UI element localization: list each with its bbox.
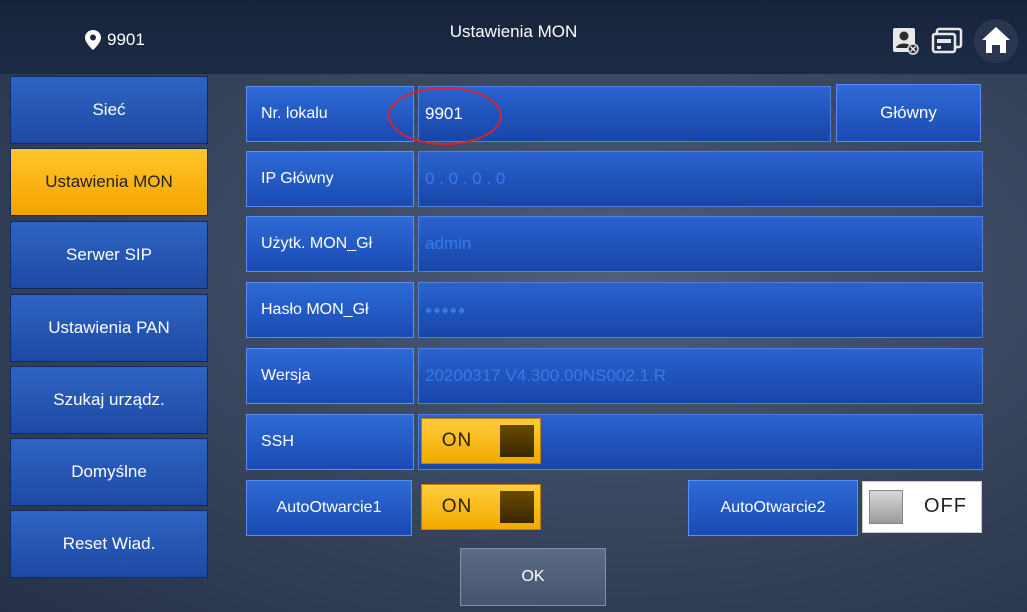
monitor-person-icon[interactable] xyxy=(891,26,921,56)
auto-open2-toggle[interactable]: OFF xyxy=(862,481,982,533)
intercom-icon[interactable] xyxy=(931,26,963,56)
toggle-knob xyxy=(869,490,903,524)
version-label: Wersja xyxy=(246,348,414,404)
sidebar-item-mon-settings[interactable]: Ustawienia MON xyxy=(10,148,208,216)
sidebar-item-label: Sieć xyxy=(92,100,126,119)
room-number-row: Nr. lokalu 9901 xyxy=(246,86,831,142)
sidebar-item-label: Szukaj urządz. xyxy=(53,390,165,409)
ssh-toggle[interactable]: ON xyxy=(421,418,541,464)
main-role-button[interactable]: Główny xyxy=(836,84,981,142)
auto-open2-state: OFF xyxy=(924,495,967,517)
sidebar-item-sip-server[interactable]: Serwer SIP xyxy=(10,221,208,289)
sidebar-item-label: Reset Wiad. xyxy=(62,534,156,553)
highlight-ellipse xyxy=(388,87,502,145)
auto-open1-state: ON xyxy=(441,496,473,517)
auto-open1-toggle[interactable]: ON xyxy=(421,484,541,530)
mon-password-row: Hasło MON_Gł ●●●●● xyxy=(246,282,983,338)
sidebar-item-label: Ustawienia PAN xyxy=(48,318,170,337)
auto-open1-label: AutoOtwarcie1 xyxy=(246,480,412,536)
ssh-row: SSH xyxy=(246,414,983,470)
top-bar: 9901 Ustawienia MON xyxy=(0,0,1027,74)
main-ip-input[interactable]: 0 . 0 . 0 . 0 xyxy=(418,151,983,207)
toggle-knob xyxy=(500,425,534,457)
sidebar-item-label: Serwer SIP xyxy=(66,245,152,264)
mon-user-input[interactable]: admin xyxy=(418,216,983,272)
version-value: 20200317 V4.300.00NS002.1.R xyxy=(418,348,983,404)
ssh-toggle-state: ON xyxy=(441,430,473,451)
screen: 9901 Ustawienia MON Sieć Ustawienia MON … xyxy=(0,0,1027,612)
version-row: Wersja 20200317 V4.300.00NS002.1.R xyxy=(246,348,983,404)
mon-user-row: Użytk. MON_Gł admin xyxy=(246,216,983,272)
top-icons xyxy=(891,18,1019,64)
sidebar-item-default[interactable]: Domyślne xyxy=(10,438,208,506)
sidebar-item-label: Ustawienia MON xyxy=(45,172,173,191)
home-icon[interactable] xyxy=(973,18,1019,64)
toggle-knob xyxy=(500,491,534,523)
ssh-label: SSH xyxy=(246,414,414,470)
ok-button[interactable]: OK xyxy=(460,548,606,606)
auto-open2-label: AutoOtwarcie2 xyxy=(688,480,858,536)
sidebar-item-network[interactable]: Sieć xyxy=(10,76,208,144)
mon-password-input[interactable]: ●●●●● xyxy=(418,282,983,338)
page-title: Ustawienia MON xyxy=(449,22,578,41)
sidebar-item-label: Domyślne xyxy=(71,462,147,481)
sidebar-item-reset-messages[interactable]: Reset Wiad. xyxy=(10,510,208,578)
mon-password-label: Hasło MON_Gł xyxy=(246,282,414,338)
sidebar-item-pan-settings[interactable]: Ustawienia PAN xyxy=(10,294,208,362)
main-ip-row: IP Główny 0 . 0 . 0 . 0 xyxy=(246,151,983,207)
main-ip-label: IP Główny xyxy=(246,151,414,207)
sidebar-item-search-devices[interactable]: Szukaj urządz. xyxy=(10,366,208,434)
mon-user-label: Użytk. MON_Gł xyxy=(246,216,414,272)
